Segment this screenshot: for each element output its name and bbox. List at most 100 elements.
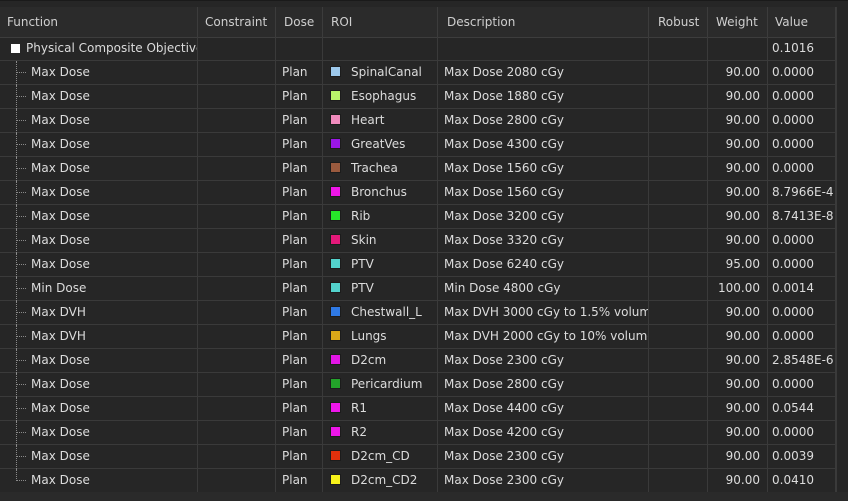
weight-cell[interactable]: 90.00	[708, 133, 768, 156]
weight-cell[interactable]: 90.00	[708, 373, 768, 396]
table-row[interactable]: Max Dose Plan D2cm_CD Max Dose 2300 cGy 90.0…	[0, 445, 848, 469]
robust-cell[interactable]	[649, 157, 708, 180]
weight-cell[interactable]: 90.00	[708, 325, 768, 348]
root-objective-label: Physical Composite Objective	[26, 41, 198, 55]
table-row[interactable]: Max Dose Plan Skin Max Dose 3320 cGy 90.00 0.…	[0, 229, 848, 253]
roi-cell: D2cm_CD2	[323, 469, 438, 492]
weight-cell[interactable]: 90.00	[708, 301, 768, 324]
function-cell: Max Dose	[0, 181, 198, 204]
column-header-description[interactable]: Description	[438, 7, 649, 37]
constraint-cell[interactable]	[198, 445, 276, 468]
table-row[interactable]: Max Dose Plan D2cm Max Dose 2300 cGy 90.00 2.…	[0, 349, 848, 373]
table-row[interactable]: Max Dose Plan R2 Max Dose 4200 cGy 90.00 0.00…	[0, 421, 848, 445]
robust-cell[interactable]	[649, 373, 708, 396]
table-row[interactable]: Max Dose Plan SpinalCanal Max Dose 2080 cGy…	[0, 61, 848, 85]
column-header-value[interactable]: Value	[768, 7, 836, 37]
table-row[interactable]: Max Dose Plan D2cm_CD2 Max Dose 2300 cGy 90.…	[0, 469, 848, 493]
weight-cell[interactable]: 90.00	[708, 157, 768, 180]
table-row[interactable]: Max Dose Plan Rib Max Dose 3200 cGy 90.00 8.7…	[0, 205, 848, 229]
weight-cell[interactable]: 90.00	[708, 85, 768, 108]
weight-cell[interactable]: 100.00	[708, 277, 768, 300]
robust-cell[interactable]	[649, 205, 708, 228]
roi-color-swatch	[330, 282, 341, 293]
column-header-weight[interactable]: Weight	[708, 7, 768, 37]
description-cell: Max Dose 2800 cGy	[438, 373, 649, 396]
robust-cell[interactable]	[649, 61, 708, 84]
robust-cell[interactable]	[649, 349, 708, 372]
roi-color-swatch	[330, 354, 341, 365]
table-row[interactable]: Max Dose Plan Esophagus Max Dose 1880 cGy 90…	[0, 85, 848, 109]
description-cell: Max Dose 6240 cGy	[438, 253, 649, 276]
table-row[interactable]: Max Dose Plan Heart Max Dose 2800 cGy 90.00 0…	[0, 109, 848, 133]
constraint-cell[interactable]	[198, 397, 276, 420]
robust-cell[interactable]	[649, 277, 708, 300]
weight-cell[interactable]: 90.00	[708, 181, 768, 204]
weight-cell[interactable]: 95.00	[708, 253, 768, 276]
weight-cell[interactable]: 90.00	[708, 397, 768, 420]
constraint-cell[interactable]	[198, 373, 276, 396]
table-row[interactable]: Min Dose Plan PTV Min Dose 4800 cGy 100.00 0.…	[0, 277, 848, 301]
constraint-cell[interactable]	[198, 205, 276, 228]
dose-cell: Plan	[276, 253, 323, 276]
table-row[interactable]: Max Dose Plan R1 Max Dose 4400 cGy 90.00 0.05…	[0, 397, 848, 421]
vertical-scroll-area[interactable]	[836, 7, 848, 501]
constraint-cell[interactable]	[198, 277, 276, 300]
table-row[interactable]: Max Dose Plan Trachea Max Dose 1560 cGy 90.0…	[0, 157, 848, 181]
collapse-toggle-icon[interactable]	[11, 44, 20, 53]
table-row[interactable]: Max Dose Plan Bronchus Max Dose 1560 cGy 90.…	[0, 181, 848, 205]
constraint-cell[interactable]	[198, 133, 276, 156]
column-header-dose[interactable]: Dose	[276, 7, 323, 37]
robust-cell[interactable]	[649, 301, 708, 324]
constraint-cell[interactable]	[198, 181, 276, 204]
roi-cell: Rib	[323, 205, 438, 228]
constraint-cell[interactable]	[198, 301, 276, 324]
constraint-cell[interactable]	[198, 61, 276, 84]
constraint-cell[interactable]	[198, 229, 276, 252]
robust-cell[interactable]	[649, 397, 708, 420]
roi-name: PTV	[351, 281, 374, 295]
column-header-function[interactable]: Function	[0, 7, 198, 37]
weight-cell[interactable]: 90.00	[708, 109, 768, 132]
roi-name: Rib	[351, 209, 371, 223]
column-header-roi[interactable]: ROI	[323, 7, 438, 37]
function-cell: Max Dose	[0, 133, 198, 156]
weight-cell[interactable]: 90.00	[708, 205, 768, 228]
column-header-robust[interactable]: Robust	[649, 7, 708, 37]
constraint-cell[interactable]	[198, 325, 276, 348]
robust-cell[interactable]	[649, 325, 708, 348]
table-row[interactable]: Max Dose Plan PTV Max Dose 6240 cGy 95.00 0.0…	[0, 253, 848, 277]
weight-cell[interactable]: 90.00	[708, 229, 768, 252]
root-function-cell: Physical Composite Objective	[0, 37, 198, 60]
robust-cell[interactable]	[649, 469, 708, 492]
constraint-cell[interactable]	[198, 85, 276, 108]
robust-cell[interactable]	[649, 133, 708, 156]
value-cell: 0.0000	[768, 421, 836, 444]
table-row[interactable]: Max DVH Plan Lungs Max DVH 2000 cGy to 10% …	[0, 325, 848, 349]
robust-cell[interactable]	[649, 109, 708, 132]
constraint-cell[interactable]	[198, 253, 276, 276]
robust-cell[interactable]	[649, 445, 708, 468]
weight-cell[interactable]: 90.00	[708, 61, 768, 84]
weight-cell[interactable]: 90.00	[708, 445, 768, 468]
table-row[interactable]: Max Dose Plan Pericardium Max Dose 2800 cGy…	[0, 373, 848, 397]
robust-cell[interactable]	[649, 85, 708, 108]
table-row[interactable]: Max DVH Plan Chestwall_L Max DVH 3000 cGy t…	[0, 301, 848, 325]
column-header-constraint[interactable]: Constraint	[198, 7, 276, 37]
constraint-cell[interactable]	[198, 421, 276, 444]
roi-color-swatch	[330, 450, 341, 461]
robust-cell[interactable]	[649, 421, 708, 444]
robust-cell[interactable]	[649, 229, 708, 252]
constraint-cell[interactable]	[198, 469, 276, 492]
robust-cell[interactable]	[649, 253, 708, 276]
robust-cell[interactable]	[649, 181, 708, 204]
table-row[interactable]: Max Dose Plan GreatVes Max Dose 4300 cGy 90.…	[0, 133, 848, 157]
function-cell: Max Dose	[0, 205, 198, 228]
constraint-cell[interactable]	[198, 109, 276, 132]
weight-cell[interactable]: 90.00	[708, 421, 768, 444]
constraint-cell[interactable]	[198, 157, 276, 180]
root-objective-row[interactable]: Physical Composite Objective 0.1016	[0, 37, 848, 61]
weight-cell[interactable]: 90.00	[708, 349, 768, 372]
weight-cell[interactable]: 90.00	[708, 469, 768, 492]
root-constraint-cell	[198, 37, 276, 60]
constraint-cell[interactable]	[198, 349, 276, 372]
